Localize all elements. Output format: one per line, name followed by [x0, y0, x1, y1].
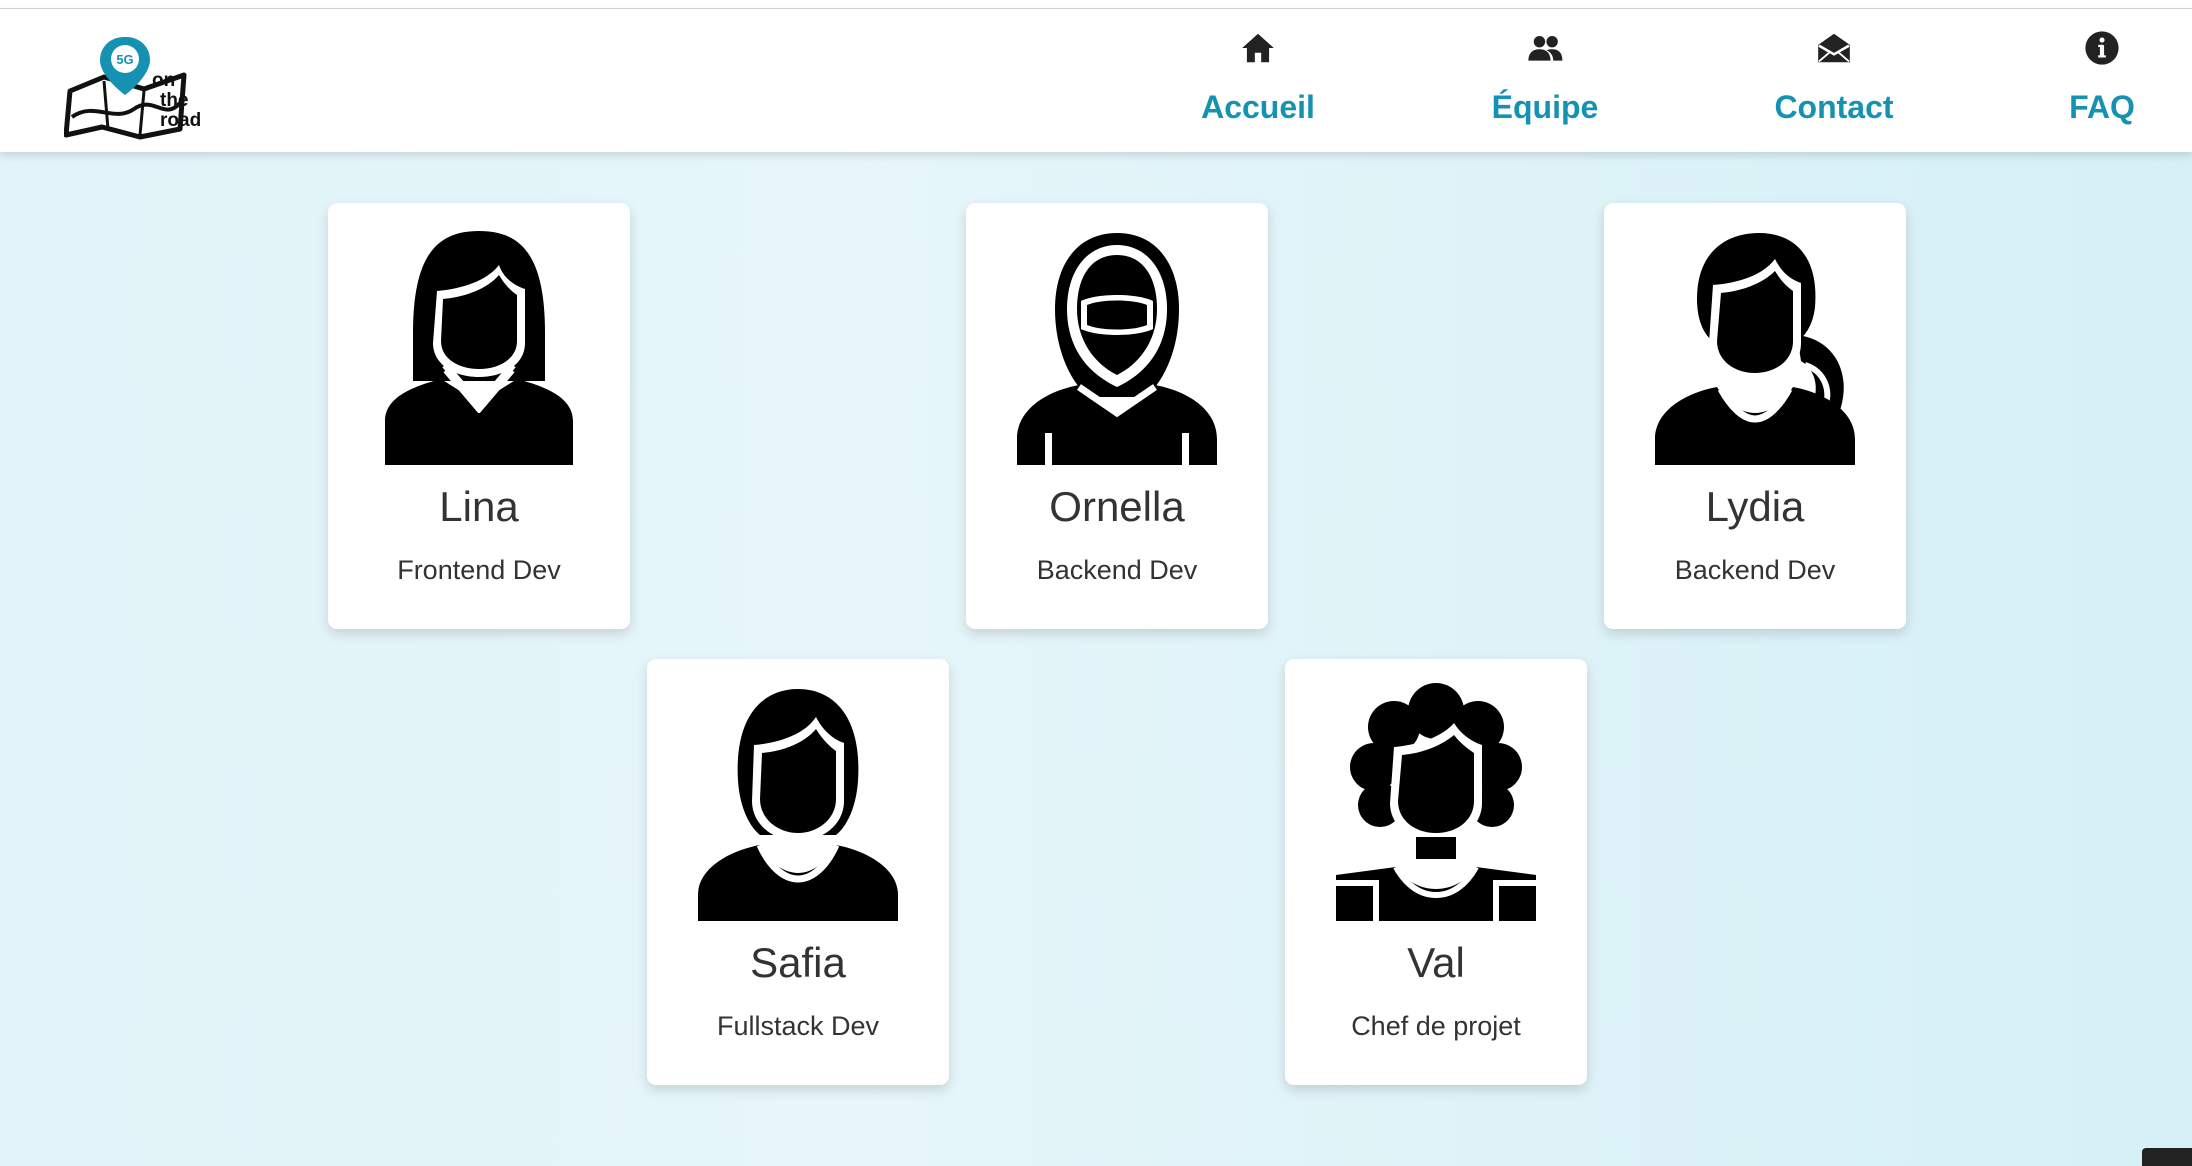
team-card-lina[interactable]: Lina Frontend Dev [328, 203, 630, 629]
member-role: Fullstack Dev [716, 1011, 880, 1041]
team-card-val[interactable]: Val Chef de projet [1285, 659, 1587, 1085]
site-header: 5G on the road Accueil Équipe Contact FA… [0, 9, 2192, 152]
browser-top-edge [0, 0, 2192, 9]
member-role: Chef de projet [1351, 1011, 1521, 1041]
woman-hijab-avatar-icon [1017, 233, 1217, 465]
corner-widget [2142, 1148, 2192, 1166]
member-role: Backend Dev [1036, 555, 1198, 585]
woman-long-hair-avatar-icon [385, 231, 573, 465]
site-logo[interactable]: 5G on the road [63, 31, 214, 141]
member-role: Frontend Dev [397, 555, 561, 585]
nav-faq[interactable]: FAQ [2064, 29, 2140, 126]
member-name: Safia [750, 939, 846, 986]
team-card-lydia[interactable]: Lydia Backend Dev [1604, 203, 1906, 629]
logo-word: on [152, 70, 176, 91]
nav-contact[interactable]: Contact [1770, 29, 1898, 126]
nav-label: Équipe [1491, 89, 1599, 125]
logo-word: the [160, 90, 189, 111]
member-name: Lydia [1705, 483, 1805, 530]
logo-wordmark: on the road [152, 71, 201, 131]
woman-ponytail-avatar-icon [1655, 233, 1855, 465]
team-card-safia[interactable]: Safia Fullstack Dev [647, 659, 949, 1085]
nav-accueil[interactable]: Accueil [1198, 29, 1318, 126]
member-name: Val [1407, 939, 1465, 986]
nav-equipe[interactable]: Équipe [1484, 29, 1606, 126]
member-name: Ornella [1049, 483, 1185, 530]
envelope-open-icon [1818, 33, 1850, 63]
nav-label: FAQ [2069, 89, 2135, 125]
nav-label: Accueil [1201, 89, 1315, 125]
home-icon [1242, 33, 1274, 63]
nav-label: Contact [1774, 89, 1894, 125]
logo-badge: 5G [116, 52, 133, 67]
woman-curly-hair-avatar-icon [1336, 683, 1536, 921]
member-name: Lina [439, 483, 519, 530]
member-role: Backend Dev [1674, 555, 1836, 585]
team-card-ornella[interactable]: Ornella Backend Dev [966, 203, 1268, 629]
info-circle-icon [2085, 31, 2119, 65]
woman-bob-hair-avatar-icon [698, 689, 898, 921]
logo-word: road [160, 110, 202, 131]
users-icon [1528, 35, 1563, 61]
